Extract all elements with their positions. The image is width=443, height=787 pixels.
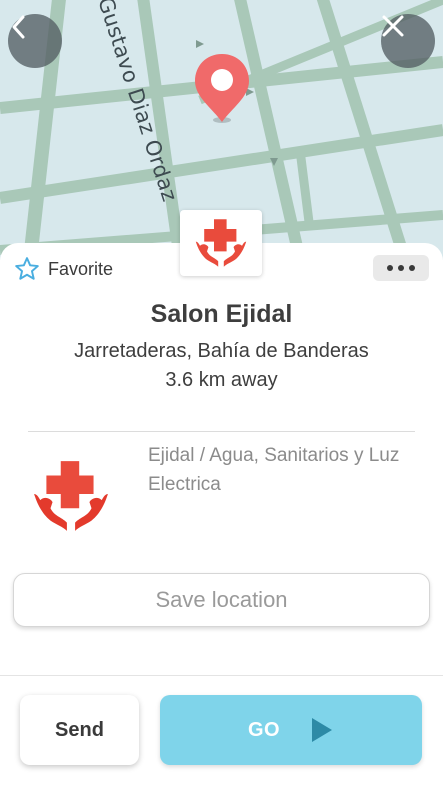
description-logo xyxy=(30,452,112,545)
save-location-button[interactable]: Save location xyxy=(13,573,430,627)
divider xyxy=(28,431,415,432)
more-options-button[interactable] xyxy=(373,255,429,281)
close-button[interactable] xyxy=(381,14,435,68)
chevron-left-icon xyxy=(12,15,25,39)
send-button[interactable]: Send xyxy=(20,695,139,765)
play-icon xyxy=(312,718,333,742)
medical-cross-hands-icon xyxy=(34,461,108,531)
go-button[interactable]: GO xyxy=(160,695,422,765)
place-name: Salon Ejidal xyxy=(150,300,293,328)
close-icon xyxy=(382,15,404,37)
go-label: GO xyxy=(247,718,281,741)
back-button[interactable] xyxy=(8,14,62,68)
place-distance: 3.6 km away xyxy=(165,369,278,391)
place-description: Ejidal / Agua, Sanitarios y Luz Electric… xyxy=(148,445,400,495)
place-address: Jarretaderas, Bahía de Banderas xyxy=(74,340,369,362)
medical-cross-hands-icon xyxy=(195,219,247,267)
more-horizontal-icon xyxy=(387,265,393,271)
category-logo xyxy=(180,210,262,276)
star-outline-icon xyxy=(15,257,39,280)
favorite-button[interactable]: Favorite xyxy=(14,256,113,282)
favorite-label: Favorite xyxy=(48,258,114,279)
